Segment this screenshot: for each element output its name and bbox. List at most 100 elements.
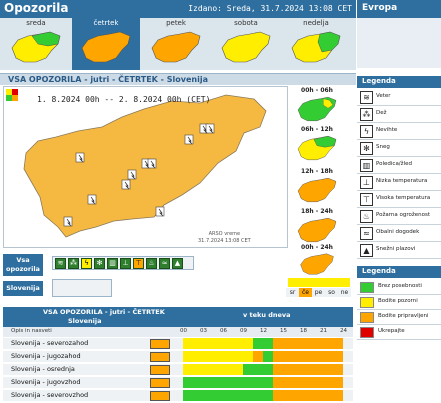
europe-tab-label: Evropa <box>362 3 398 13</box>
time-map-thumbnail <box>297 217 337 243</box>
region-name: Slovenija - severozahod <box>11 339 89 347</box>
timeline-cell <box>253 364 263 375</box>
day-tab-cetrtek[interactable]: četrtek <box>72 18 140 70</box>
time-map-00-24[interactable]: 00h - 24h <box>292 244 342 281</box>
table-row[interactable]: Slovenija - severozahod <box>3 338 353 350</box>
timeline-cell <box>233 338 243 349</box>
day-tag-sr[interactable]: sr <box>286 288 299 297</box>
timeline-cell <box>303 390 313 401</box>
timeline-cell <box>253 390 263 401</box>
timeline-cell <box>333 377 343 388</box>
timeline-cell <box>253 338 263 349</box>
high-temperature-icon: ⊤ <box>360 193 373 206</box>
level-item: Brez posebnosti <box>357 280 441 295</box>
timeline-cell <box>303 338 313 349</box>
map-credit: ARSO vreme 31.7.2024 13:08 CET <box>198 231 251 245</box>
legend-item: ✻ Sneg <box>357 140 441 157</box>
timeline-cell <box>203 390 213 401</box>
level-swatch <box>360 297 374 308</box>
timeline-cell <box>303 351 313 362</box>
timeline-cell <box>293 338 303 349</box>
filter-coastal-icon[interactable]: ≈ <box>159 258 170 269</box>
timeline-cell <box>293 351 303 362</box>
low-temperature-icon: ⊥ <box>360 176 373 189</box>
filter-snow-icon[interactable]: ✻ <box>94 258 105 269</box>
time-map-06-12[interactable]: 06h - 12h <box>292 126 342 167</box>
filter-all-warnings-label: Vsa opozorila <box>3 254 43 276</box>
timeline-cell <box>333 351 343 362</box>
hour-tick: 21 <box>320 328 327 334</box>
fire-icon: ♨ <box>360 210 373 223</box>
ice-icon: ▥ <box>360 159 373 172</box>
legend-item: ♨ Požarna ogroženost <box>357 208 441 225</box>
time-map-18-24[interactable]: 18h - 24h <box>292 208 342 249</box>
timeline-cell <box>333 338 343 349</box>
day-tag-ce[interactable]: če <box>299 288 312 297</box>
thunderstorm-icon <box>150 339 170 349</box>
timeline-cell <box>193 338 203 349</box>
time-map-12-18[interactable]: 12h - 18h <box>292 168 342 209</box>
timeline-cell <box>323 338 333 349</box>
column-label: Opis in nasveti <box>11 328 52 334</box>
table-row[interactable]: Slovenija - jugozahod <box>3 351 353 363</box>
day-tab-sreda[interactable]: sreda <box>2 18 70 70</box>
timeline-cell <box>243 364 253 375</box>
timeline-cell <box>243 338 253 349</box>
level-swatch <box>360 312 374 323</box>
table-row[interactable]: Slovenija - severovzhod <box>3 390 353 402</box>
level-label: Brez posebnosti <box>378 283 422 289</box>
day-tab-nedelja[interactable]: nedelja <box>282 18 350 70</box>
timeline-cell <box>333 390 343 401</box>
filter-thunderstorm-icon[interactable]: ϟ <box>81 258 92 269</box>
filter-avalanche-icon[interactable]: ▲ <box>172 258 183 269</box>
page-title: Opozorila <box>4 1 69 15</box>
map-date-range: 1. 8.2024 00h -- 2. 8.2024 00h (CET) <box>37 95 211 104</box>
legend-item: ⊥ Nizka temperatura <box>357 174 441 191</box>
filter-low-temperature-icon[interactable]: ⊥ <box>120 258 131 269</box>
timeline-cell <box>313 364 323 375</box>
table-header: VSA OPOZORILA - jutri - ČETRTEK Slovenij… <box>3 307 353 327</box>
hour-tick: 15 <box>280 328 287 334</box>
day-map-thumbnail <box>291 31 341 63</box>
region-name: Slovenija - osrednja <box>11 365 75 373</box>
timeline-cell <box>193 377 203 388</box>
legend-item-label: Nizka temperatura <box>376 178 428 184</box>
level-item: Ukrepajte <box>357 325 441 340</box>
timeline-cell <box>223 338 233 349</box>
timeline-cell <box>323 364 333 375</box>
table-row[interactable]: Slovenija - jugovzhod <box>3 377 353 389</box>
day-tab-petek[interactable]: petek <box>142 18 210 70</box>
timeline-cell <box>273 351 283 362</box>
timeline-cell <box>313 351 323 362</box>
tab-europe[interactable]: Evropa <box>357 0 441 18</box>
hour-tick: 00 <box>180 328 187 334</box>
day-map-thumbnail <box>11 31 61 63</box>
table-row[interactable]: Slovenija - osrednja <box>3 364 353 376</box>
timeline-cell <box>323 377 333 388</box>
main-title-bar: VSA OPOZORILA - jutri - ČETRTEK - Sloven… <box>0 73 356 85</box>
filter-high-temperature-icon[interactable]: ⊤ <box>133 258 144 269</box>
avalanche-icon: ▲ <box>360 244 373 257</box>
level-label: Bodite pozorni <box>378 298 418 304</box>
header-bar: Opozorila Izdano: Sreda, 31.7.2024 13:08… <box>0 0 356 18</box>
timeline-cell <box>193 390 203 401</box>
timeline-cell <box>203 377 213 388</box>
filter-ice-icon[interactable]: ▥ <box>107 258 118 269</box>
day-tag-ne[interactable]: ne <box>338 288 351 297</box>
slovenia-map[interactable] <box>4 87 289 249</box>
filter-wind-icon[interactable]: ≋ <box>55 258 66 269</box>
level-swatch <box>360 282 374 293</box>
day-tab-sobota[interactable]: sobota <box>212 18 280 70</box>
day-tag-pe[interactable]: pe <box>312 288 325 297</box>
day-map-thumbnail <box>151 31 201 63</box>
timeline-cell <box>183 390 193 401</box>
snow-icon: ✻ <box>360 142 373 155</box>
day-tag-so[interactable]: so <box>325 288 338 297</box>
filter-fire-icon[interactable]: ♨ <box>146 258 157 269</box>
timeline-cell <box>243 377 253 388</box>
time-map-00-06[interactable]: 00h - 06h <box>292 87 342 128</box>
filter-rain-icon[interactable]: ⁂ <box>68 258 79 269</box>
timeline-cell <box>263 364 273 375</box>
rain-icon: ⁂ <box>360 108 373 121</box>
timeline-cell <box>183 377 193 388</box>
